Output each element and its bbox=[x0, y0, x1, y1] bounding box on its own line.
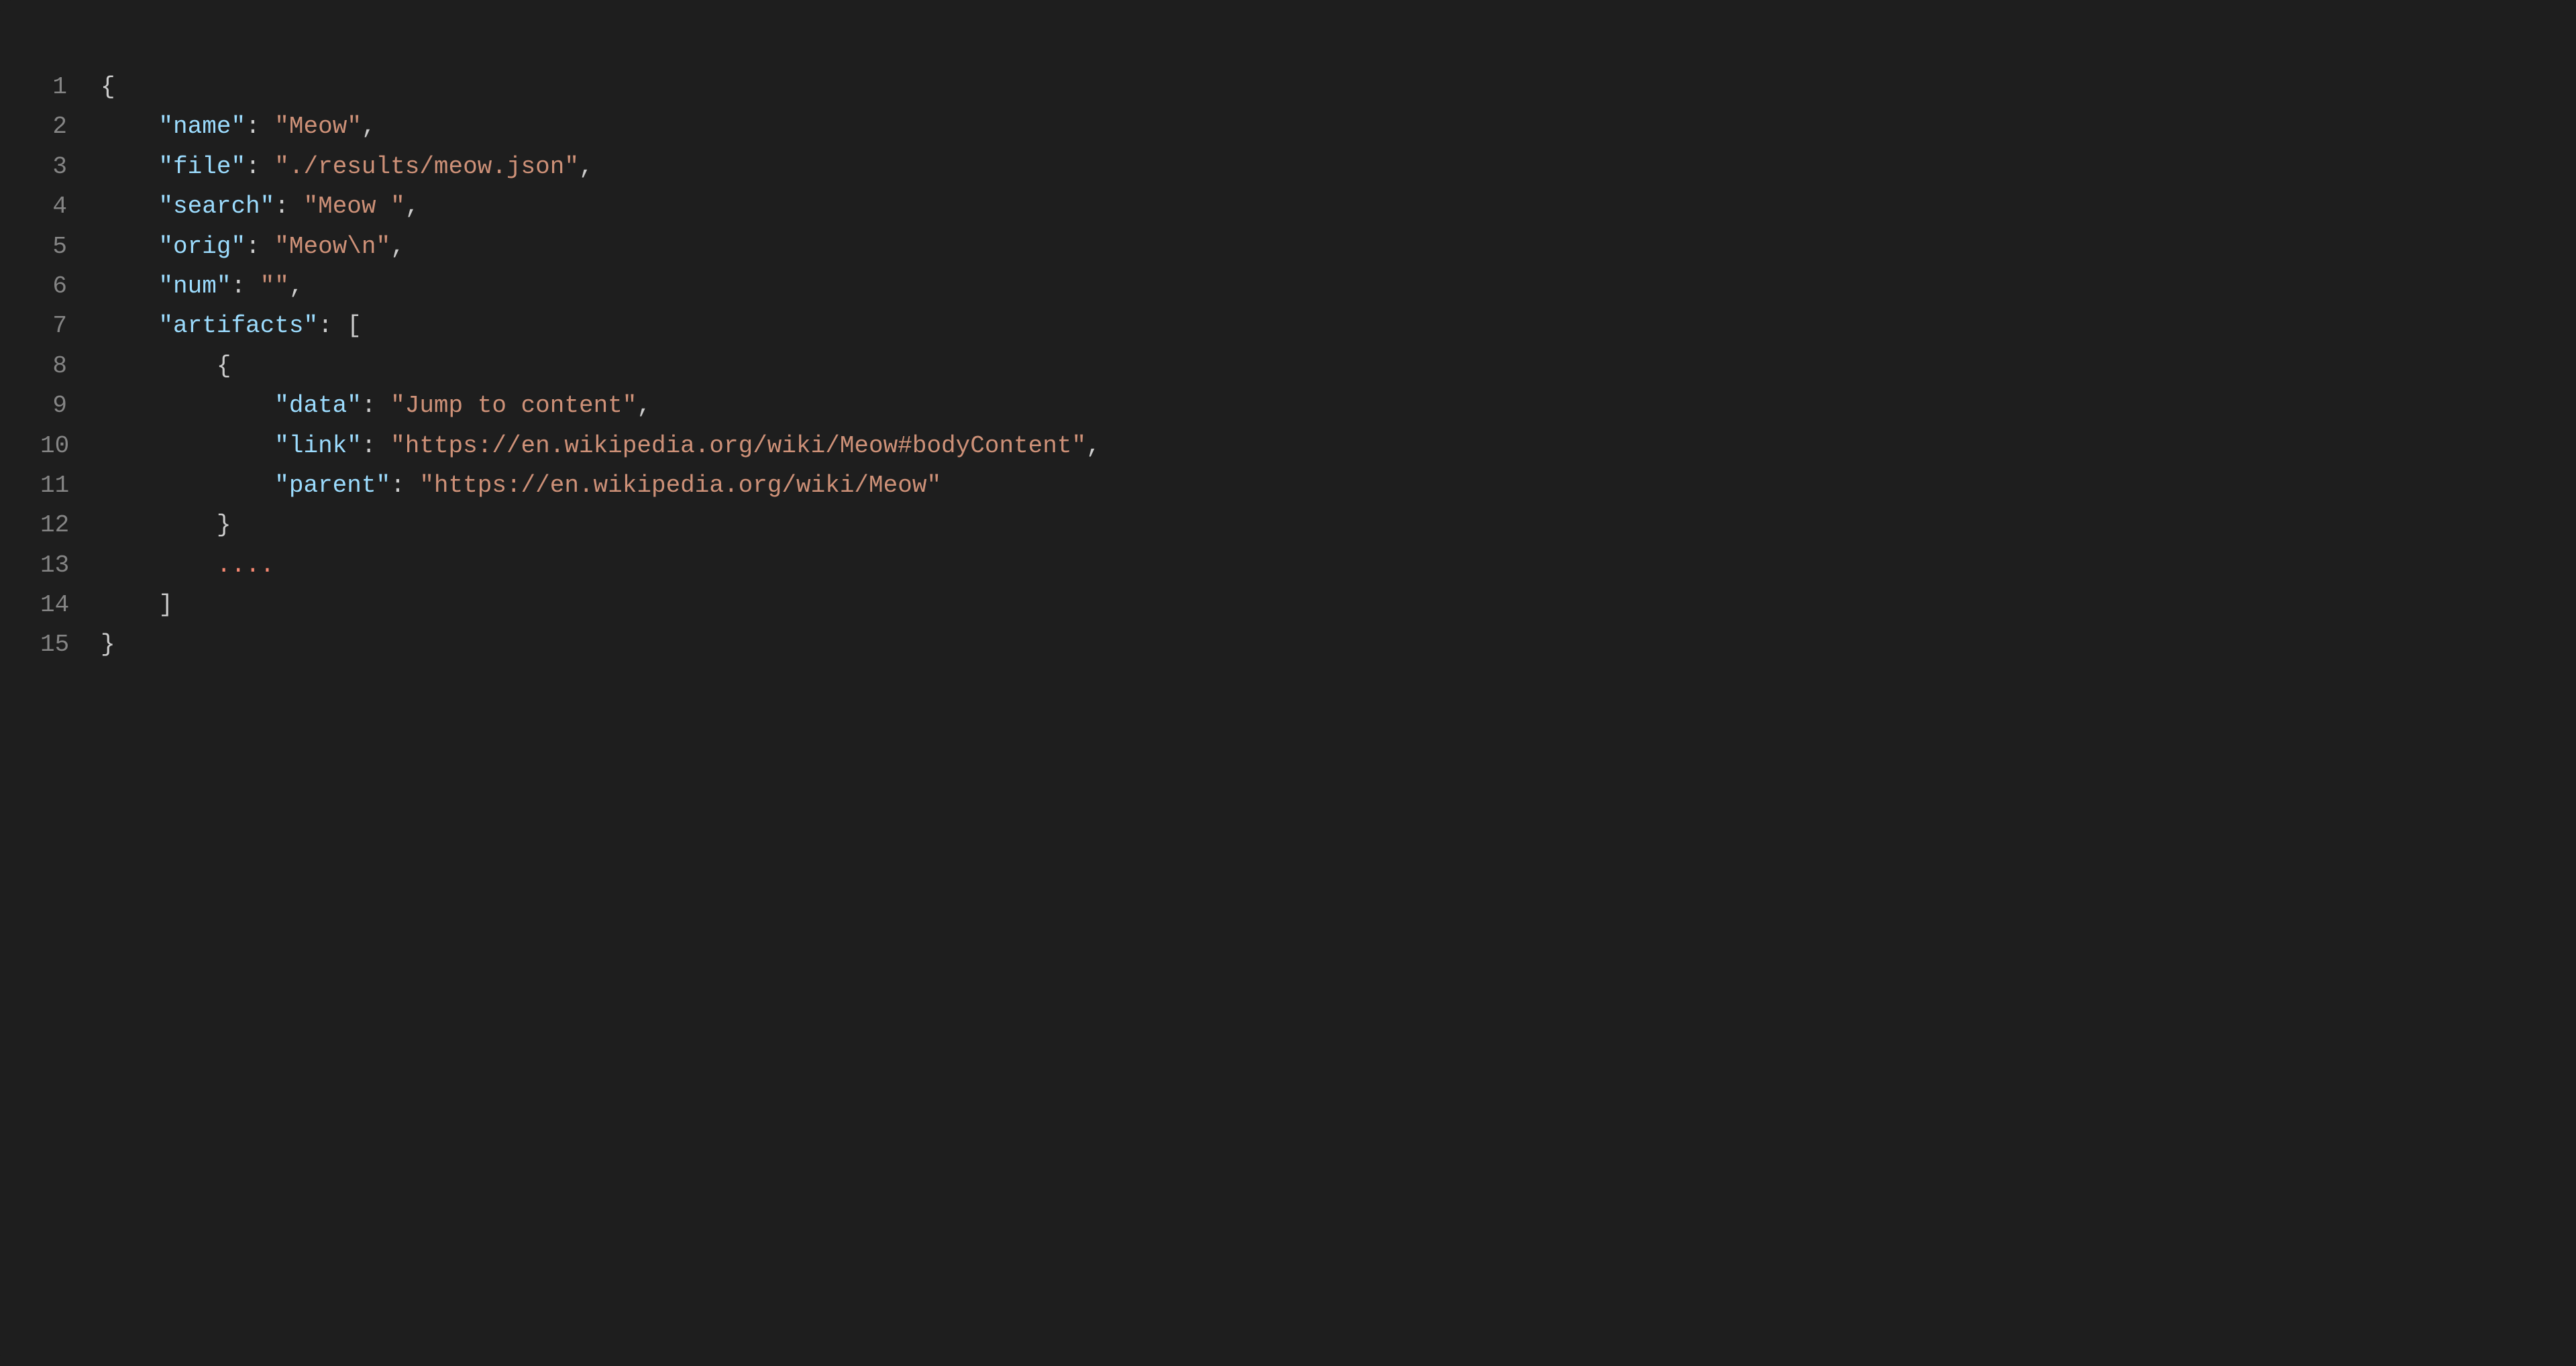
line-number: 4 bbox=[40, 187, 101, 226]
code-line: 10 "link": "https://en.wikipedia.org/wik… bbox=[40, 426, 2536, 466]
line-number: 14 bbox=[40, 585, 101, 625]
code-line: 15 } bbox=[40, 625, 2536, 664]
code-content: "file": "./results/meow.json", bbox=[101, 147, 594, 187]
code-line: 2 "name": "Meow", bbox=[40, 107, 2536, 146]
line-number: 5 bbox=[40, 227, 101, 266]
code-content: "parent": "https://en.wikipedia.org/wiki… bbox=[101, 466, 941, 505]
line-number: 11 bbox=[40, 466, 101, 505]
code-line: 1 { bbox=[40, 67, 2536, 107]
code-line: 11 "parent": "https://en.wikipedia.org/w… bbox=[40, 466, 2536, 505]
line-number: 3 bbox=[40, 147, 101, 187]
line-number: 6 bbox=[40, 266, 101, 306]
ellipsis-icon: .... bbox=[217, 551, 274, 579]
line-number: 8 bbox=[40, 346, 101, 386]
code-content: "artifacts": [ bbox=[101, 306, 362, 346]
line-number: 15 bbox=[40, 625, 101, 664]
line-number: 13 bbox=[40, 545, 101, 585]
code-content: "data": "Jump to content", bbox=[101, 386, 651, 425]
code-content: } bbox=[101, 625, 115, 664]
line-number: 10 bbox=[40, 426, 101, 466]
line-number: 9 bbox=[40, 386, 101, 425]
line-number: 2 bbox=[40, 107, 101, 146]
code-line: 5 "orig": "Meow\n", bbox=[40, 227, 2536, 266]
code-editor[interactable]: 1 { 2 "name": "Meow", 3 "file": "./resul… bbox=[0, 0, 2576, 1366]
code-content: "orig": "Meow\n", bbox=[101, 227, 405, 266]
code-line: 13 .... bbox=[40, 545, 2536, 585]
code-line: 12 } bbox=[40, 505, 2536, 545]
code-content: "name": "Meow", bbox=[101, 107, 376, 146]
code-content: ] bbox=[101, 585, 173, 625]
code-line: 14 ] bbox=[40, 585, 2536, 625]
code-content: } bbox=[101, 505, 231, 545]
line-number: 12 bbox=[40, 505, 101, 545]
line-number: 7 bbox=[40, 306, 101, 346]
code-line: 7 "artifacts": [ bbox=[40, 306, 2536, 346]
code-line: 4 "search": "Meow ", bbox=[40, 187, 2536, 226]
code-line: 8 { bbox=[40, 346, 2536, 386]
code-content: "num": "", bbox=[101, 266, 304, 306]
code-content: { bbox=[101, 67, 115, 107]
code-content: "link": "https://en.wikipedia.org/wiki/M… bbox=[101, 426, 1101, 466]
code-content: "search": "Meow ", bbox=[101, 187, 419, 226]
code-line: 9 "data": "Jump to content", bbox=[40, 386, 2536, 425]
line-number: 1 bbox=[40, 67, 101, 107]
code-line: 3 "file": "./results/meow.json", bbox=[40, 147, 2536, 187]
code-line: 6 "num": "", bbox=[40, 266, 2536, 306]
code-content: { bbox=[101, 346, 231, 386]
code-content: .... bbox=[101, 545, 274, 585]
